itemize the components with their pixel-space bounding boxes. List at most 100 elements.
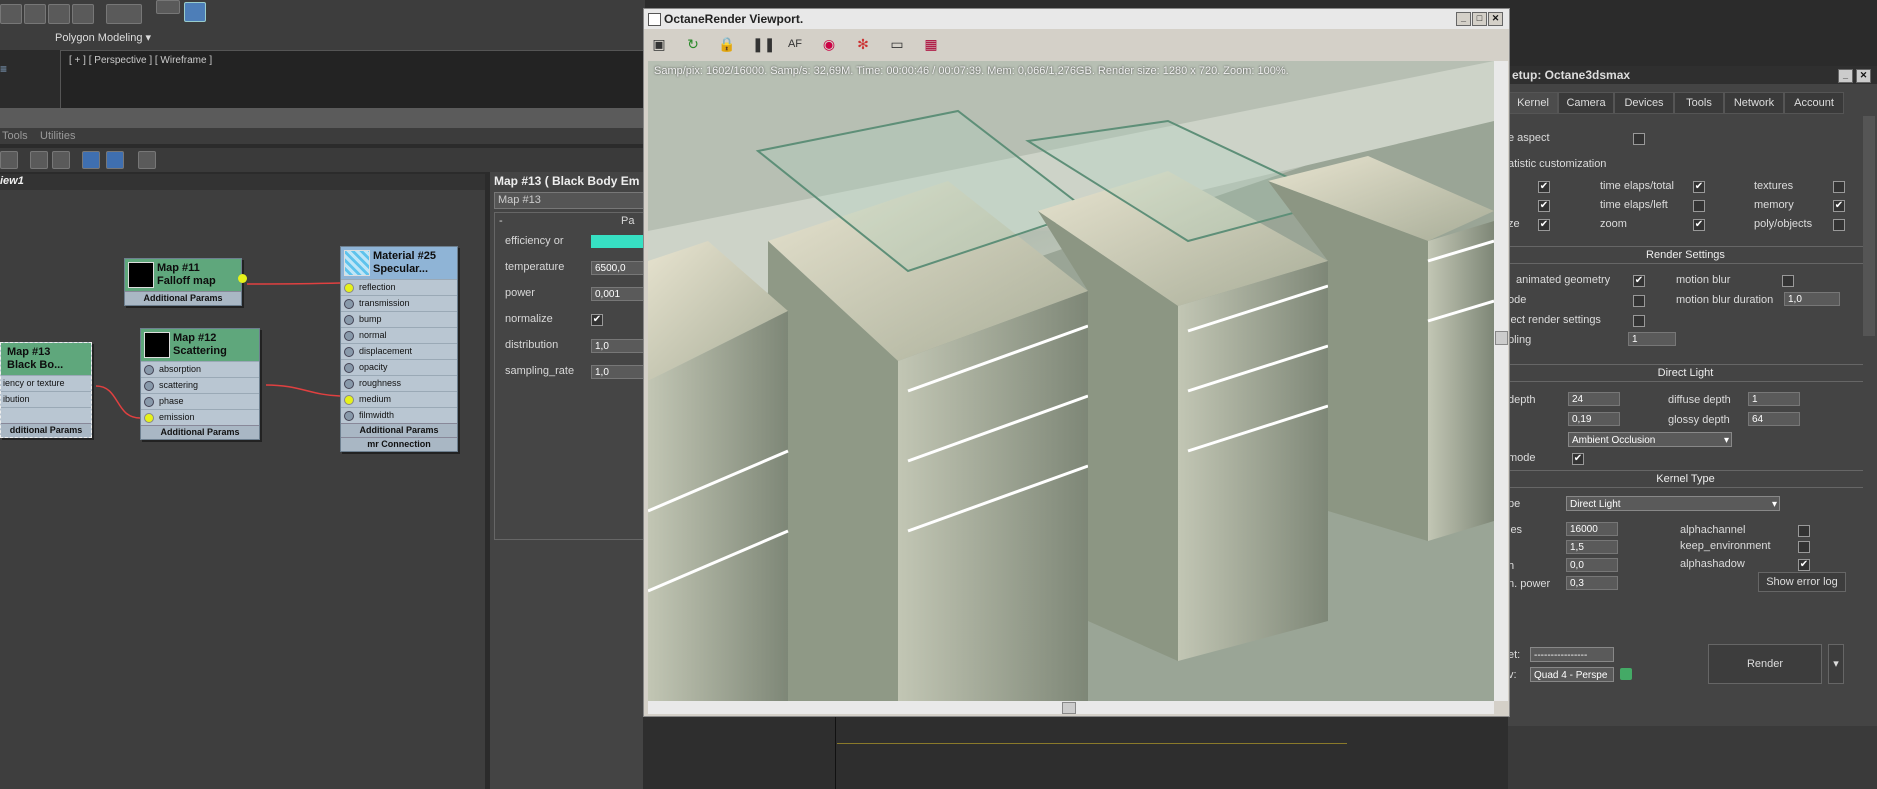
input-socket[interactable] [344,315,354,325]
stat-checkbox[interactable] [1693,200,1705,212]
aspect-checkbox[interactable] [1633,133,1645,145]
efficiency-color-swatch[interactable] [591,235,645,248]
toolbar-button[interactable] [156,0,180,14]
rs-checkbox[interactable] [1633,315,1645,327]
input-slot[interactable]: scattering [141,377,259,393]
tab-tools[interactable]: Tools [1674,92,1724,114]
input-slot[interactable]: iency or texture [1,375,91,391]
input-socket[interactable] [344,331,354,341]
setup-scrollbar[interactable] [1863,116,1875,336]
input-socket[interactable] [344,395,354,405]
maximize-icon[interactable]: □ [1472,12,1487,26]
rollout-toggle[interactable]: - [499,215,503,227]
sampling-rate-spinner[interactable]: 1,0 [591,365,647,379]
tab-kernel[interactable]: Kernel [1508,92,1558,114]
stat-checkbox[interactable] [1833,181,1845,193]
stat-checkbox[interactable]: ✔ [1538,181,1550,193]
map-name-field[interactable]: Map #13 [494,192,649,209]
minimize-icon[interactable]: _ [1838,69,1853,83]
input-slot[interactable]: normal [341,327,457,343]
close-icon[interactable]: ✕ [1488,12,1503,26]
input-socket[interactable] [344,363,354,373]
toolbar-button[interactable] [106,151,124,169]
input-slot[interactable]: filmwidth [341,407,457,423]
node-footer[interactable]: Additional Params [141,425,259,439]
minimize-icon[interactable]: _ [1456,12,1471,26]
toolbar-button[interactable] [30,151,48,169]
toolbar-button[interactable] [52,151,70,169]
motion-blur-checkbox[interactable] [1782,275,1794,287]
keep-environment-checkbox[interactable] [1798,541,1810,553]
input-socket[interactable] [144,413,154,423]
close-icon[interactable]: ✕ [1856,69,1871,83]
lock-icon[interactable]: 🔒 [718,35,736,53]
viewport-label[interactable]: [ + ] [ Perspective ] [ Wireframe ] [69,55,212,66]
select-tool-button[interactable] [184,2,206,22]
scroll-thumb[interactable] [1062,702,1076,714]
node-footer[interactable]: Additional Params [125,291,241,305]
glossy-depth-spinner[interactable]: 64 [1748,412,1800,426]
node-map12[interactable]: Map #12 Scattering absorption scattering … [140,328,260,440]
restart-icon[interactable]: ↻ [684,35,702,53]
toolbar-button[interactable] [0,4,22,24]
save-icon[interactable]: ▣ [650,35,668,53]
kernel-type-dropdown[interactable]: Direct Light ▾ [1566,496,1780,511]
input-slot[interactable]: emission [141,409,259,425]
toolbar-button[interactable] [106,4,142,24]
gi-mode-dropdown[interactable]: Ambient Occlusion ▾ [1568,432,1732,447]
kt-spinner[interactable]: 0,0 [1566,558,1618,572]
input-slot[interactable]: medium [341,391,457,407]
render-options-arrow[interactable]: ▾ [1828,644,1844,684]
tab-account[interactable]: Account [1784,92,1844,114]
render-canvas[interactable]: Samp/pix: 1602/16000. Samp/s: 32,69M. Ti… [648,61,1494,701]
sampling-spinner[interactable]: 1 [1628,332,1676,346]
color-icon[interactable]: ◉ [820,35,838,53]
menu-utilities[interactable]: Utilities [40,130,75,142]
input-socket[interactable] [144,397,154,407]
region-icon[interactable]: ✻ [854,35,872,53]
node-footer[interactable]: Additional Params [341,423,457,437]
scroll-thumb[interactable] [1495,331,1508,345]
lock-icon[interactable] [1620,668,1632,680]
alphachannel-checkbox[interactable] [1798,525,1810,537]
input-socket[interactable] [344,411,354,421]
input-slot[interactable]: displacement [341,343,457,359]
input-slot[interactable]: roughness [341,375,457,391]
stat-checkbox[interactable] [1833,219,1845,231]
stat-checkbox[interactable]: ✔ [1693,219,1705,231]
node-footer[interactable]: mr Connection [341,437,457,451]
input-slot[interactable]: absorption [141,361,259,377]
node-map13[interactable]: Map #13 Black Bo... iency or texture ibut… [0,342,92,438]
rollout-title[interactable]: Pa [621,215,634,227]
node-map11[interactable]: Map #11 Falloff map Additional Params [124,258,247,306]
input-slot[interactable] [1,407,91,423]
input-socket[interactable] [344,379,354,389]
distribution-spinner[interactable]: 1,0 [591,339,647,353]
view-dropdown[interactable]: Quad 4 - Perspe [1530,667,1614,682]
ray-epsilon-spinner[interactable]: 0,19 [1568,412,1620,426]
node-view[interactable]: Map #11 Falloff map Additional Params Map… [0,190,485,789]
menu-tools[interactable]: Tools [2,130,28,142]
preset-dropdown[interactable]: ---------------- [1530,647,1614,662]
stat-checkbox[interactable]: ✔ [1538,200,1550,212]
stat-checkbox[interactable]: ✔ [1538,219,1550,231]
toolbar-button[interactable] [24,4,46,24]
render-button[interactable]: Render [1708,644,1822,684]
input-socket[interactable] [144,381,154,391]
mode-checkbox[interactable]: ✔ [1572,453,1584,465]
rs-checkbox[interactable] [1633,295,1645,307]
tab-devices[interactable]: Devices [1614,92,1674,114]
motion-blur-duration-spinner[interactable]: 1,0 [1784,292,1840,306]
input-socket[interactable] [344,283,354,293]
animated-geometry-checkbox[interactable]: ✔ [1633,275,1645,287]
af-icon[interactable]: AF [786,35,804,53]
input-slot[interactable]: reflection [341,279,457,295]
temperature-spinner[interactable]: 6500,0 [591,261,647,275]
stat-checkbox[interactable]: ✔ [1693,181,1705,193]
stat-checkbox[interactable]: ✔ [1833,200,1845,212]
input-socket[interactable] [344,347,354,357]
kt-spinner[interactable]: 0,3 [1566,576,1618,590]
input-slot[interactable]: transmission [341,295,457,311]
show-error-log-button[interactable]: Show error log [1758,572,1846,592]
tab-network[interactable]: Network [1724,92,1784,114]
